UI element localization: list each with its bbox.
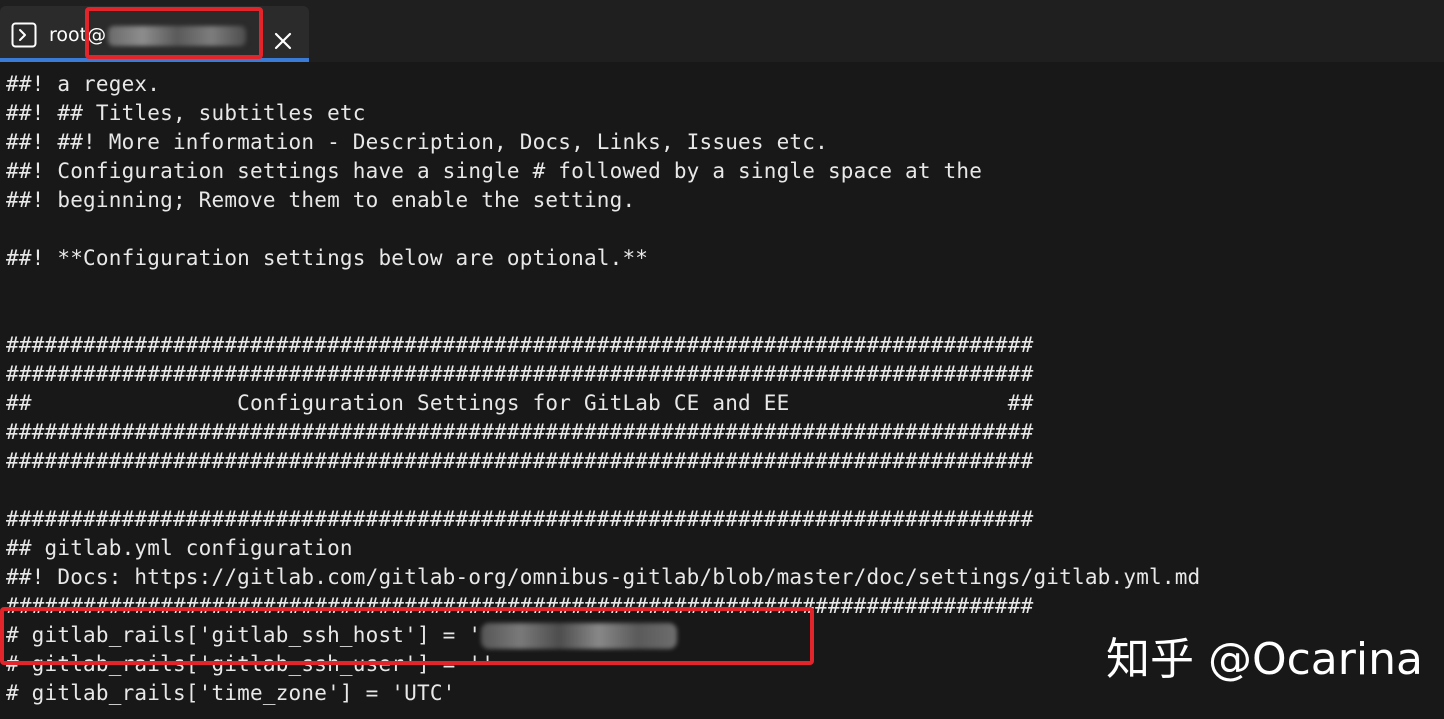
terminal-line: ########################################…	[6, 449, 1034, 473]
tab-terminal-session[interactable]: root@	[0, 6, 309, 62]
terminal-line: ########################################…	[6, 333, 1034, 357]
terminal-output[interactable]: ##! a regex. ##! ## Titles, subtitles et…	[0, 62, 1444, 719]
terminal-line: ########################################…	[6, 594, 1034, 618]
terminal-line: ##! beginning; Remove them to enable the…	[6, 188, 636, 212]
terminal-line: ########################################…	[6, 507, 1034, 531]
watermark: 知乎 @Ocarina	[1106, 634, 1423, 685]
terminal-line: ##! ##! More information - Description, …	[6, 130, 828, 154]
terminal-line: # gitlab_rails['gitlab_ssh_user'] = ''	[6, 652, 495, 676]
terminal-line: ##! Docs: https://gitlab.com/gitlab-org/…	[6, 565, 1201, 589]
tab-title: root@	[49, 22, 247, 48]
terminal-line: ## gitlab.yml configuration	[6, 536, 353, 560]
terminal-line: ## Configuration Settings for GitLab CE …	[6, 391, 1034, 415]
terminal-window: root@ ##! a regex. ##! ## Titles, subtit…	[0, 0, 1444, 719]
terminal-line: ##! **Configuration settings below are o…	[6, 246, 649, 270]
redacted-hostname	[108, 25, 247, 46]
terminal-line-ssh-host: # gitlab_rails['gitlab_ssh_host'] = '	[6, 621, 678, 650]
terminal-line: ##! a regex.	[6, 72, 161, 96]
ssh-host-text: # gitlab_rails['gitlab_ssh_host'] = '	[6, 623, 482, 647]
terminal-line: ########################################…	[6, 362, 1034, 386]
tab-bar: root@	[0, 0, 1444, 62]
terminal-line: ########################################…	[6, 420, 1034, 444]
terminal-line: ##! ## Titles, subtitles etc	[6, 101, 366, 125]
close-icon[interactable]	[272, 30, 294, 52]
terminal-line: # gitlab_rails['time_zone'] = 'UTC'	[6, 681, 456, 705]
tab-title-text: root@	[49, 24, 107, 46]
terminal-line: ##! Configuration settings have a single…	[6, 159, 983, 183]
redacted-ssh-host	[481, 623, 678, 649]
terminal-prompt-icon	[11, 22, 37, 48]
